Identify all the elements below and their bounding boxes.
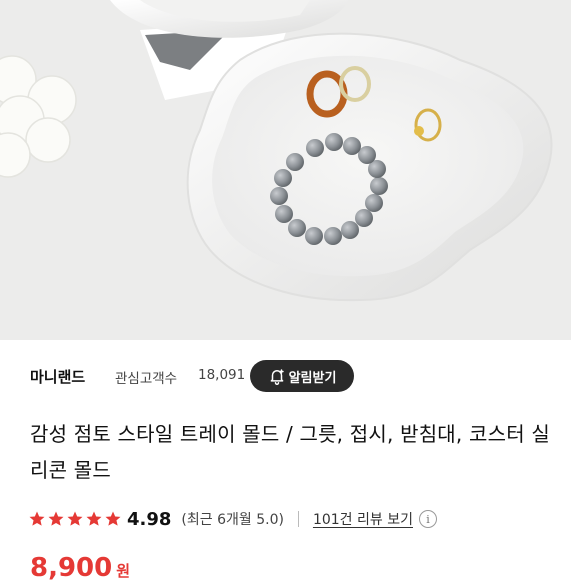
store-name[interactable]: 마니랜드 [30,366,85,387]
rating-recent: (최근 6개월 5.0) [181,512,284,528]
star-rating [28,510,122,528]
follower-count: 18,091 [198,367,246,383]
rating-row: 4.98 (최근 6개월 5.0) 101건 리뷰 보기 i [28,505,558,533]
review-link[interactable]: 101건 리뷰 보기 [313,509,413,529]
product-photo[interactable] [0,0,571,340]
star-icon [105,511,121,526]
store-row: 마니랜드 관심고객수 18,091 알림받기 [0,340,571,412]
star-icon [48,511,64,526]
product-title: 감성 점토 스타일 트레이 몰드 / 그릇, 접시, 받침대, 코스터 실리콘 … [30,422,550,482]
star-icon [86,511,102,526]
price-amount: 8,900 [30,553,113,583]
notify-label: 알림받기 [288,370,337,386]
star-icon [29,511,45,526]
follower-label: 관심고객수 [115,371,178,387]
divider [297,511,299,527]
price: 8,900 원 [30,553,130,583]
bell-plus-icon [268,367,286,385]
rating-value: 4.98 [127,508,172,530]
info-icon[interactable]: i [418,510,437,528]
notify-button[interactable]: 알림받기 [250,360,354,392]
star-icon [67,511,83,526]
